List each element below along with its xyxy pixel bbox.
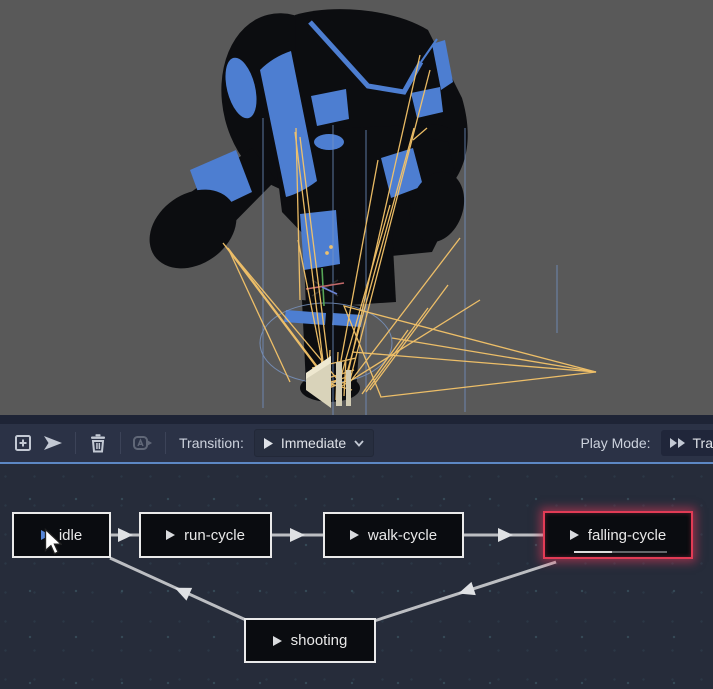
autoplay-button[interactable]: [128, 428, 158, 458]
state-node-label: shooting: [291, 632, 348, 649]
toolbar-separator: [75, 432, 76, 454]
add-node-icon: [13, 433, 33, 453]
play-state-icon[interactable]: [41, 530, 50, 540]
animation-state-machine-editor: Transition: Immediate Play Mode: Tra: [0, 0, 713, 689]
state-machine-graph[interactable]: idle run-cycle walk-cycle falling-cycle …: [0, 464, 713, 689]
state-machine-toolbar: Transition: Immediate Play Mode: Tra: [0, 424, 713, 462]
travel-icon: [670, 438, 686, 448]
state-node-shooting[interactable]: shooting: [244, 618, 376, 663]
toolbar-separator: [165, 432, 166, 454]
trash-icon: [88, 433, 108, 453]
play-state-icon[interactable]: [166, 530, 175, 540]
transition-label: Transition:: [179, 435, 244, 451]
play-state-icon[interactable]: [350, 530, 359, 540]
transition-dropdown-value: Immediate: [281, 435, 346, 451]
state-node-label: idle: [59, 527, 82, 544]
play-state-icon[interactable]: [570, 530, 579, 540]
autoplay-icon: [132, 433, 154, 453]
chevron-down-icon: [354, 440, 364, 447]
playback-progress-bar: [574, 551, 667, 553]
robot-preview: [0, 0, 713, 415]
add-node-button[interactable]: [8, 428, 38, 458]
play-mode-button[interactable]: Tra: [661, 430, 713, 456]
3d-preview-viewport[interactable]: [0, 0, 713, 415]
connect-nodes-button[interactable]: [38, 428, 68, 458]
state-node-idle[interactable]: idle: [12, 512, 111, 558]
play-icon: [264, 438, 273, 449]
state-node-falling-cycle[interactable]: falling-cycle: [543, 511, 693, 559]
toolbar-separator: [120, 432, 121, 454]
play-mode-value: Tra: [693, 435, 713, 451]
panel-divider: [0, 415, 713, 424]
state-node-label: falling-cycle: [588, 527, 666, 544]
play-state-icon[interactable]: [273, 636, 282, 646]
transition-dropdown[interactable]: Immediate: [254, 429, 374, 457]
delete-node-button[interactable]: [83, 428, 113, 458]
state-node-label: run-cycle: [184, 527, 245, 544]
state-node-walk-cycle[interactable]: walk-cycle: [323, 512, 464, 558]
state-node-label: walk-cycle: [368, 527, 437, 544]
connect-nodes-icon: [42, 433, 64, 453]
state-node-run-cycle[interactable]: run-cycle: [139, 512, 272, 558]
play-mode-label: Play Mode:: [580, 435, 650, 451]
